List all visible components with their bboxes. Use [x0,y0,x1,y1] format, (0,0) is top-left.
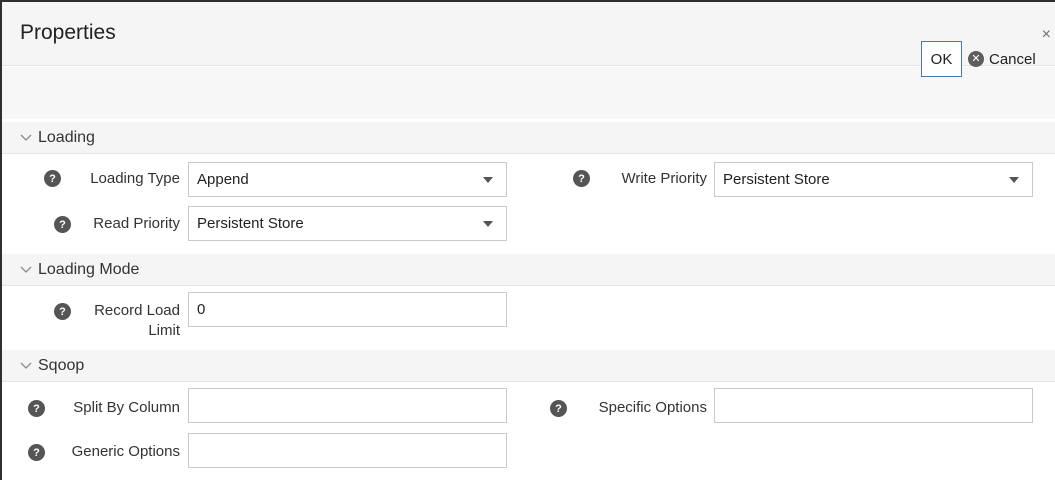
section-header-loading[interactable]: Loading [2,122,1055,154]
write-priority-value: Persistent Store [723,171,830,188]
close-icon[interactable]: × [1042,26,1051,44]
properties-dialog: Properties × OK ✕ Cancel Loading ? Loadi… [0,0,1055,480]
specific-options-label: Specific Options [598,399,707,416]
read-priority-label: Read Priority [93,215,180,232]
loading-type-label: Loading Type [90,170,180,187]
generic-options-input[interactable] [188,433,507,468]
record-load-limit-value: 0 [197,301,206,318]
read-priority-select[interactable]: Persistent Store [188,206,507,241]
section-title-loading-mode: Loading Mode [38,260,140,278]
dialog-title: Properties [20,21,116,44]
cancel-label: Cancel [989,50,1036,68]
record-load-limit-label-line1: Record Load [94,302,180,319]
loading-type-select[interactable]: Append [188,162,507,197]
help-icon[interactable]: ? [573,170,590,187]
section-title-loading: Loading [38,128,95,146]
split-by-column-input[interactable] [188,388,507,423]
chevron-down-icon [20,264,32,276]
chevron-down-icon [20,360,32,372]
x-circle-icon: ✕ [968,51,984,67]
loading-type-value: Append [197,171,249,188]
write-priority-label: Write Priority [621,170,707,187]
chevron-down-icon [20,132,32,144]
dropdown-caret-icon [483,221,493,227]
dialog-toolbar [2,67,1055,119]
section-header-loading-mode[interactable]: Loading Mode [2,254,1055,286]
record-load-limit-label-line2: Limit [148,322,180,339]
write-priority-select[interactable]: Persistent Store [714,162,1033,197]
section-title-sqoop: Sqoop [38,356,85,374]
record-load-limit-input[interactable]: 0 [188,292,507,327]
read-priority-value: Persistent Store [197,215,304,232]
section-header-sqoop[interactable]: Sqoop [2,350,1055,382]
help-icon[interactable]: ? [550,400,567,417]
help-icon[interactable]: ? [44,170,61,187]
specific-options-input[interactable] [714,388,1033,423]
help-icon[interactable]: ? [54,303,71,320]
dropdown-caret-icon [1009,177,1019,183]
record-load-limit-label: Record Load Limit [78,301,180,341]
help-icon[interactable]: ? [28,444,45,461]
dialog-titlebar: Properties × [2,2,1055,66]
dropdown-caret-icon [483,177,493,183]
generic-options-label: Generic Options [71,443,180,460]
help-icon[interactable]: ? [28,400,45,417]
ok-button[interactable]: OK [921,41,962,77]
cancel-button[interactable]: ✕ Cancel [968,46,1036,72]
help-icon[interactable]: ? [54,216,71,233]
split-by-column-label: Split By Column [73,399,180,416]
